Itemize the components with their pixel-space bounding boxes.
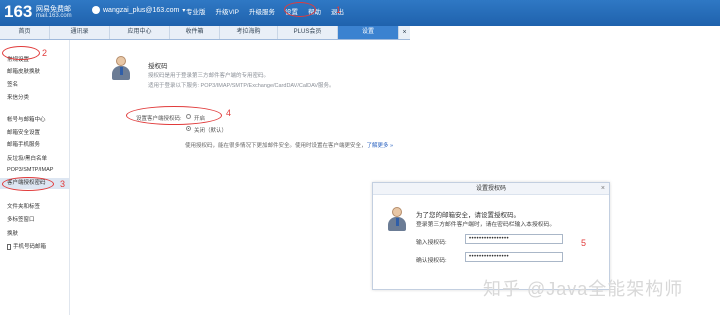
annotation-number-1: 1	[336, 5, 342, 15]
user-email: wangzai_plus@163.com	[103, 6, 180, 14]
logo-number: 163	[4, 2, 33, 21]
nav-pro[interactable]: 专业版	[186, 6, 206, 16]
sidebar-item-mobile[interactable]: 邮箱手机服务	[7, 140, 40, 148]
tab-home[interactable]: 首页	[0, 26, 50, 39]
tab-inbox[interactable]: 收件箱	[170, 26, 220, 39]
auth-code-input[interactable]: ••••••••••••••••	[465, 234, 563, 244]
dialog-line-2: 登录第三方邮件客户端时，请在密码栏输入本授权码。	[416, 222, 556, 228]
tab-apps[interactable]: 应用中心	[110, 26, 170, 39]
annotation-circle-settings	[284, 2, 316, 17]
logo-domain: mail.163.com	[36, 13, 72, 19]
sidebar-item-security[interactable]: 邮箱安全设置	[7, 128, 40, 136]
annotation-circle-client-auth	[2, 177, 54, 191]
dialog-title: 设置授权码 ×	[373, 183, 609, 195]
sidebar-item-classify[interactable]: 来信分类	[7, 93, 29, 101]
dialog-avatar-icon	[386, 207, 408, 233]
user-account[interactable]: wangzai_plus@163.com ▾	[92, 6, 185, 14]
sidebar-item-folders[interactable]: 文件夹和标签	[7, 202, 40, 210]
mail-logo[interactable]: 163 网易免费邮 mail.163.com	[4, 0, 84, 26]
auth-input-label: 输入授权码:	[416, 240, 447, 246]
sidebar-item-antispam[interactable]: 反垃圾/黑白名单	[7, 154, 47, 162]
tab-bar: 首页 通讯录 应用中心 收件箱 考拉海购 PLUS会员 设置	[0, 26, 410, 40]
auth-confirm-label: 确认授权码:	[416, 258, 447, 264]
sidebar-item-phone-mail[interactable]: 手机号码邮箱	[7, 242, 46, 250]
watermark: 知乎 @Java全能架构师	[483, 279, 684, 299]
sidebar-item-theme[interactable]: 换肤	[7, 229, 18, 237]
top-header-bar: 163 网易免费邮 mail.163.com wangzai_plus@163.…	[0, 0, 720, 26]
radio-disable[interactable]	[186, 126, 191, 131]
sidebar-item-pop3[interactable]: POP3/SMTP/IMAP	[7, 167, 53, 173]
auth-note: 使用授权码，能在很多情况下更加邮件安全。使用时设置在客户端更安全，了解更多 »	[185, 141, 393, 149]
dialog-line-1: 为了您的邮箱安全，请设置授权码。	[416, 212, 520, 219]
nav-vip[interactable]: 升级VIP	[216, 6, 239, 16]
set-auth-code-dialog: 设置授权码 × 为了您的邮箱安全，请设置授权码。 登录第三方邮件客户端时，请在密…	[372, 182, 610, 290]
sidebar-item-label: 手机号码邮箱	[13, 244, 47, 250]
user-avatar-icon	[92, 6, 100, 14]
close-icon[interactable]: ×	[601, 183, 605, 195]
sidebar-item-skin[interactable]: 邮箱皮肤换肤	[7, 67, 40, 75]
annotation-number-5: 5	[581, 238, 587, 248]
phone-icon	[7, 243, 11, 250]
annotation-circle-client-auth-option	[126, 106, 222, 125]
page: 163 网易免费邮 mail.163.com wangzai_plus@163.…	[0, 0, 720, 315]
section-desc-2: 适用于登录以下服务: POP3/IMAP/SMTP/Exchange/CardD…	[148, 83, 335, 89]
annotation-number-2: 2	[42, 48, 48, 58]
close-tab-icon[interactable]: ×	[399, 26, 410, 39]
annotation-circle-general	[2, 46, 40, 60]
top-nav: 专业版 升级VIP 升级服务 设置 帮助 退出	[186, 6, 344, 16]
sidebar-item-signature[interactable]: 签名	[7, 80, 18, 88]
sidebar-item-account[interactable]: 帐号与邮箱中心	[7, 115, 46, 123]
section-title: 授权码	[148, 63, 168, 70]
dialog-title-text: 设置授权码	[475, 186, 506, 192]
auth-code-confirm-input[interactable]: ••••••••••••••••	[465, 252, 563, 262]
nav-upgrade[interactable]: 升级服务	[249, 6, 275, 16]
tab-contacts[interactable]: 通讯录	[50, 26, 110, 39]
tab-kaola[interactable]: 考拉海购	[220, 26, 278, 39]
auth-note-text: 使用授权码，能在很多情况下更加邮件安全。使用时设置在客户端更安全，	[185, 143, 367, 149]
learn-more-link[interactable]: 了解更多 »	[367, 143, 394, 149]
radio-disable-label: 关闭（默认）	[194, 128, 228, 134]
tab-plus[interactable]: PLUS会员	[278, 26, 338, 39]
chevron-down-icon: ▾	[182, 7, 186, 14]
annotation-number-4: 4	[226, 108, 232, 118]
user-avatar-icon	[110, 56, 132, 82]
annotation-number-3: 3	[60, 179, 66, 189]
section-desc-1: 授权码是用于登录第三方邮件客户端的专用密码。	[148, 73, 270, 79]
sidebar-item-multitab[interactable]: 多标签窗口	[7, 215, 35, 223]
tab-settings[interactable]: 设置	[338, 26, 399, 39]
